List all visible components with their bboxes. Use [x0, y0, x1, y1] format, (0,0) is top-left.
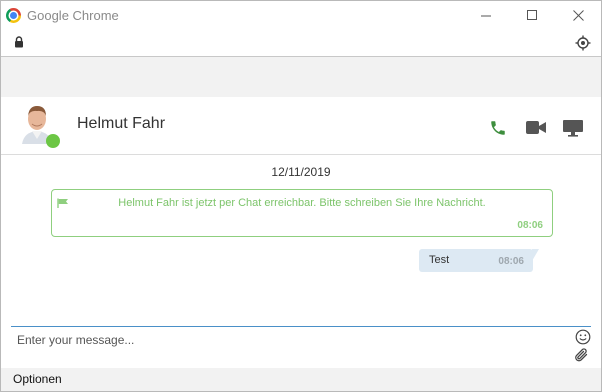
minimize-button[interactable] — [463, 1, 509, 30]
lock-icon[interactable] — [14, 36, 24, 48]
system-message: Helmut Fahr ist jetzt per Chat erreichba… — [51, 189, 553, 237]
address-bar — [1, 30, 601, 57]
minimize-icon — [481, 15, 491, 17]
maximize-icon — [527, 10, 537, 20]
message-input[interactable] — [11, 329, 575, 351]
system-message-text: Helmut Fahr ist jetzt per Chat erreichba… — [118, 197, 486, 209]
phone-icon[interactable] — [489, 119, 507, 137]
screen-share-icon[interactable] — [562, 119, 584, 137]
footer-bar: Optionen — [1, 368, 601, 391]
composer-divider — [11, 326, 591, 327]
message-time: 08:06 — [498, 256, 524, 267]
toolbar-band — [1, 57, 601, 97]
chat-date: 12/11/2019 — [271, 165, 331, 179]
close-button[interactable] — [555, 1, 601, 30]
title-bar: Google Chrome — [1, 1, 601, 30]
maximize-button[interactable] — [509, 1, 555, 30]
contact-name: Helmut Fahr — [77, 115, 166, 132]
location-icon[interactable] — [575, 35, 591, 51]
chrome-logo-icon — [6, 8, 21, 23]
system-message-time: 08:06 — [517, 220, 543, 231]
contact-header: Helmut Fahr — [1, 97, 601, 155]
browser-window: Google Chrome Helmut Fahr 12/11/2019 Hel… — [0, 0, 602, 392]
video-icon[interactable] — [525, 119, 547, 137]
outgoing-message: Test 08:06 — [419, 249, 539, 272]
emoji-icon[interactable] — [575, 329, 591, 345]
window-title: Google Chrome — [27, 8, 119, 23]
close-icon — [573, 10, 584, 21]
message-text: Test — [429, 254, 450, 266]
attachment-icon[interactable] — [574, 346, 590, 364]
online-status-indicator — [46, 134, 60, 148]
options-menu[interactable]: Optionen — [13, 372, 62, 386]
